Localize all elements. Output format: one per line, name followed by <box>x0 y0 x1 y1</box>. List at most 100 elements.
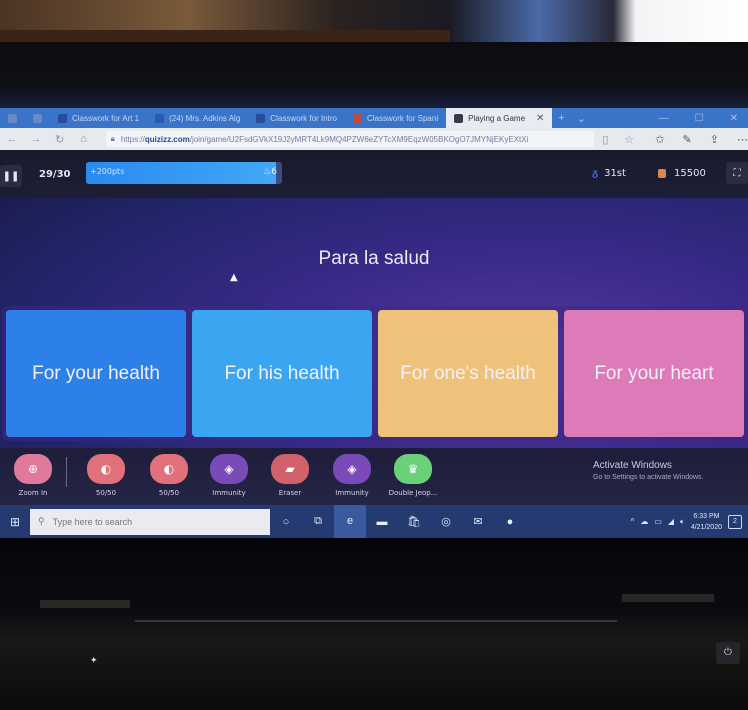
streak-count: 6 <box>271 167 277 177</box>
laptop-body: ✦ ⏻ <box>0 538 748 710</box>
classroom-icon <box>352 113 362 123</box>
answer-option[interactable]: For your heart <box>564 310 744 437</box>
answer-option[interactable]: For your health <box>6 310 186 437</box>
pause-button[interactable]: ❚❚ <box>0 165 22 187</box>
close-window-button[interactable]: ✕ <box>730 113 738 124</box>
browser-tab[interactable] <box>25 108 50 128</box>
activate-windows-watermark: Activate Windows Go to Settings to activ… <box>593 460 704 481</box>
coin-icon <box>658 169 666 178</box>
minimize-button[interactable]: — <box>659 113 669 124</box>
game-header: ❚❚ 29/30 +200pts ♨6 ᵹ 31st 15500 ⛶ <box>0 150 748 198</box>
question-text: Para la salud <box>318 248 430 269</box>
tab-label: Classwork for Intro <box>270 113 337 123</box>
browser-tab[interactable]: Classwork for Intro <box>248 108 345 128</box>
onedrive-icon[interactable]: ☁ <box>640 517 648 526</box>
volume-icon[interactable]: 🔈︎ <box>680 517 685 527</box>
medal-icon: ᵹ <box>592 168 599 179</box>
power-button[interactable]: ⏻ <box>716 642 740 664</box>
fullscreen-button[interactable]: ⛶ <box>726 162 748 184</box>
question-counter: 29/30 <box>39 169 71 180</box>
tab-label: (24) Mrs. Adkins Alg <box>169 113 241 123</box>
powerup-button[interactable]: ◐ 50/50 <box>76 454 136 497</box>
tabs-icon <box>33 113 42 123</box>
zoom-in-icon: ⊕ <box>14 454 52 484</box>
time: 6:33 PM <box>693 512 720 520</box>
powerup-button[interactable]: ◐ 50/50 <box>139 454 199 497</box>
share-icon[interactable]: ⇪ <box>710 133 719 146</box>
powerup-button[interactable]: ◈ Immunity <box>199 454 259 497</box>
answer-option[interactable]: For his health <box>192 310 372 437</box>
groove-music-icon[interactable]: ◎ <box>430 515 462 528</box>
powerup-button[interactable]: ♛ Double Jeop... <box>383 454 443 497</box>
tab-label: Classwork for Art 1 <box>72 113 140 123</box>
favorite-star-icon[interactable]: ☆ <box>617 133 641 146</box>
powerup-button[interactable]: ⊕ Zoom In <box>3 454 63 497</box>
powerup-button[interactable]: ◈ Immunity <box>322 454 382 497</box>
tab-label: Classwork for Spani <box>366 113 439 123</box>
store-icon[interactable]: 🛍︎ <box>398 515 430 528</box>
forward-icon[interactable]: → <box>24 133 48 145</box>
windows-start-icon[interactable]: ⊞ <box>0 515 30 529</box>
shield-icon: ◈ <box>210 454 248 484</box>
notification-center-icon[interactable]: 2 <box>728 514 742 529</box>
browser-tab[interactable]: Playing a Game ✕ <box>446 108 553 128</box>
laptop-bezel <box>0 42 748 110</box>
tab-list-button[interactable]: ⌄ <box>571 112 592 125</box>
powerup-label: 50/50 <box>95 489 117 497</box>
taskbar-search[interactable]: ⚲ Type here to search <box>30 508 270 535</box>
clock[interactable]: 6:33 PM 4/21/2020 <box>691 511 722 533</box>
powerup-label: Eraser <box>278 489 302 497</box>
powerup-button[interactable]: ▰ Eraser <box>260 454 320 497</box>
cortana-icon[interactable]: ○ <box>270 516 302 528</box>
browser-tab[interactable] <box>0 108 25 128</box>
rank: ᵹ 31st <box>592 168 626 179</box>
powerup-label: Zoom In <box>18 489 48 497</box>
url-prefix: https:// <box>120 134 145 144</box>
power-icon: ⏻ <box>724 647 732 658</box>
answer-options: For your health For his health For one's h… <box>2 306 748 441</box>
browser-tab[interactable]: (24) Mrs. Adkins Alg <box>147 108 248 128</box>
mail-icon[interactable]: ✉ <box>462 515 494 528</box>
more-icon[interactable]: ⋯ <box>737 133 748 146</box>
refresh-icon[interactable]: ↻ <box>48 133 72 146</box>
edge-browser-icon[interactable]: e <box>334 505 366 538</box>
url-field[interactable]: 🔒︎ https://quizizz.com/join/game/U2FsdGV… <box>105 131 594 147</box>
home-icon[interactable]: ⌂ <box>72 133 96 145</box>
fifty-fifty-icon: ◐ <box>87 454 125 484</box>
answer-option[interactable]: For one's health <box>378 310 558 437</box>
points-label: +200pts <box>90 167 125 176</box>
wifi-icon[interactable]: ◢ <box>668 517 674 526</box>
shield-icon: ◈ <box>333 454 371 484</box>
favorites-icon[interactable]: ✩ <box>655 133 664 146</box>
maximize-button[interactable]: ☐ <box>695 113 704 124</box>
web-note-icon[interactable]: ✎ <box>683 133 692 146</box>
laptop-screen: Classwork for Art 1 (24) Mrs. Adkins Alg C… <box>0 108 748 538</box>
activate-subtitle: Go to Settings to activate Windows. <box>593 474 704 481</box>
battery-icon[interactable]: ▭ <box>654 517 662 526</box>
score: 15500 <box>658 168 706 179</box>
show-hidden-icons[interactable]: ^ <box>631 517 635 526</box>
classroom-icon <box>256 113 266 123</box>
browser-tab[interactable]: Classwork for Spani <box>345 108 446 128</box>
fifty-fifty-icon: ◐ <box>150 454 188 484</box>
double-jeopardy-icon: ♛ <box>394 454 432 484</box>
date: 4/21/2020 <box>690 523 722 531</box>
app-icon[interactable]: ● <box>494 516 526 528</box>
back-icon[interactable]: ← <box>0 133 24 145</box>
close-tab-icon[interactable]: ✕ <box>536 113 544 124</box>
reading-view-icon[interactable]: ▯ <box>594 133 618 146</box>
new-tab-button[interactable]: + <box>552 112 570 124</box>
search-icon: ⚲ <box>38 516 45 526</box>
url-domain: quizizz.com <box>144 134 190 144</box>
eraser-icon: ▰ <box>271 454 309 484</box>
url-path: /join/game/U2FsdGVkX19J2yMRT4Lk9MQ4PZW6e… <box>189 134 529 144</box>
browser-tab[interactable]: Classwork for Art 1 <box>50 108 147 128</box>
system-tray: ^ ☁ ▭ ◢ 🔈︎ 6:33 PM 4/21/2020 2 <box>631 511 748 533</box>
task-view-icon[interactable]: ⧉ <box>302 515 334 528</box>
address-bar: ← → ↻ ⌂ 🔒︎ https://quizizz.com/join/game… <box>0 128 748 150</box>
file-explorer-icon[interactable]: ▬ <box>366 516 398 528</box>
window-controls: — ☐ ✕ <box>659 113 748 124</box>
powerup-label: Immunity <box>335 489 369 497</box>
fullscreen-icon: ⛶ <box>733 167 741 179</box>
score-value: 15500 <box>674 168 706 179</box>
